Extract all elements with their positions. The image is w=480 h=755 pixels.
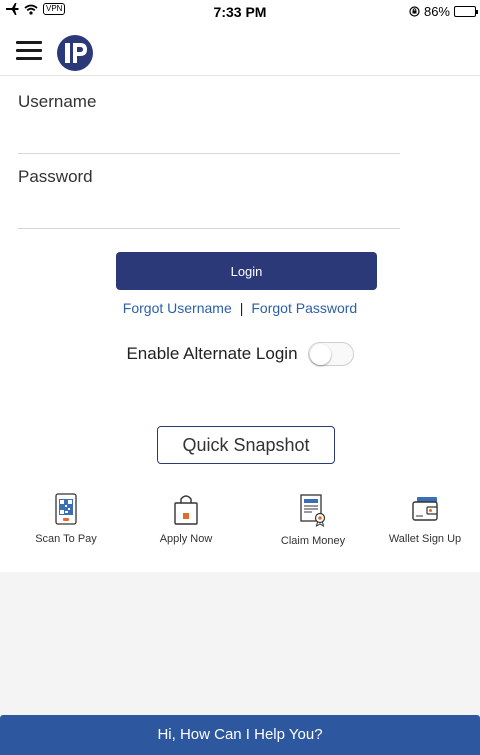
- username-label: Username: [18, 92, 97, 111]
- orientation-lock-icon: [409, 6, 420, 17]
- password-input[interactable]: [18, 193, 400, 223]
- action-label: Apply Now: [159, 533, 213, 545]
- apply-now-action[interactable]: Apply Now: [131, 493, 241, 563]
- battery-percent: 86%: [423, 4, 450, 19]
- action-label: Wallet Sign Up: [388, 533, 462, 545]
- hamburger-bar: [16, 41, 42, 44]
- wallet-icon: [412, 497, 438, 521]
- wallet-sign-up-action[interactable]: Wallet Sign Up: [370, 493, 480, 563]
- help-chat-bar[interactable]: Hi, How Can I Help You?: [0, 715, 480, 755]
- alternate-login-toggle[interactable]: [307, 342, 354, 366]
- forgot-username-link[interactable]: Forgot Username: [123, 300, 232, 316]
- quick-snapshot-button[interactable]: Quick Snapshot: [157, 426, 335, 464]
- certificate-icon: [300, 494, 326, 527]
- shopping-bag-icon: [174, 495, 198, 525]
- login-button[interactable]: Login: [116, 252, 377, 290]
- app-header: [0, 24, 480, 76]
- ip-logo-icon: [57, 35, 93, 71]
- password-field: Password: [18, 167, 400, 229]
- action-label: Scan To Pay: [35, 533, 97, 545]
- hamburger-bar: [16, 49, 42, 52]
- forgot-password-link[interactable]: Forgot Password: [251, 300, 357, 316]
- content-background: [0, 572, 480, 715]
- username-field: Username: [18, 92, 400, 154]
- claim-money-action[interactable]: Claim Money: [258, 493, 368, 563]
- status-right: 86%: [409, 4, 478, 19]
- status-bar: VPN 7:33 PM 86%: [0, 0, 480, 24]
- action-label: Claim Money: [280, 535, 346, 547]
- toggle-knob: [309, 344, 331, 365]
- quick-actions: Scan To Pay Apply Now Claim Money Wallet…: [0, 493, 480, 568]
- link-separator: |: [239, 300, 244, 316]
- battery-icon: [454, 6, 478, 17]
- password-label: Password: [18, 167, 93, 186]
- alternate-login-row: Enable Alternate Login: [0, 342, 480, 366]
- alternate-login-label: Enable Alternate Login: [126, 344, 298, 363]
- hamburger-bar: [16, 57, 42, 60]
- scan-to-pay-action[interactable]: Scan To Pay: [11, 493, 121, 563]
- forgot-links: Forgot Username | Forgot Password: [0, 300, 480, 316]
- hamburger-menu-icon[interactable]: [16, 41, 42, 61]
- qr-phone-icon: [55, 493, 77, 525]
- username-input[interactable]: [18, 118, 400, 148]
